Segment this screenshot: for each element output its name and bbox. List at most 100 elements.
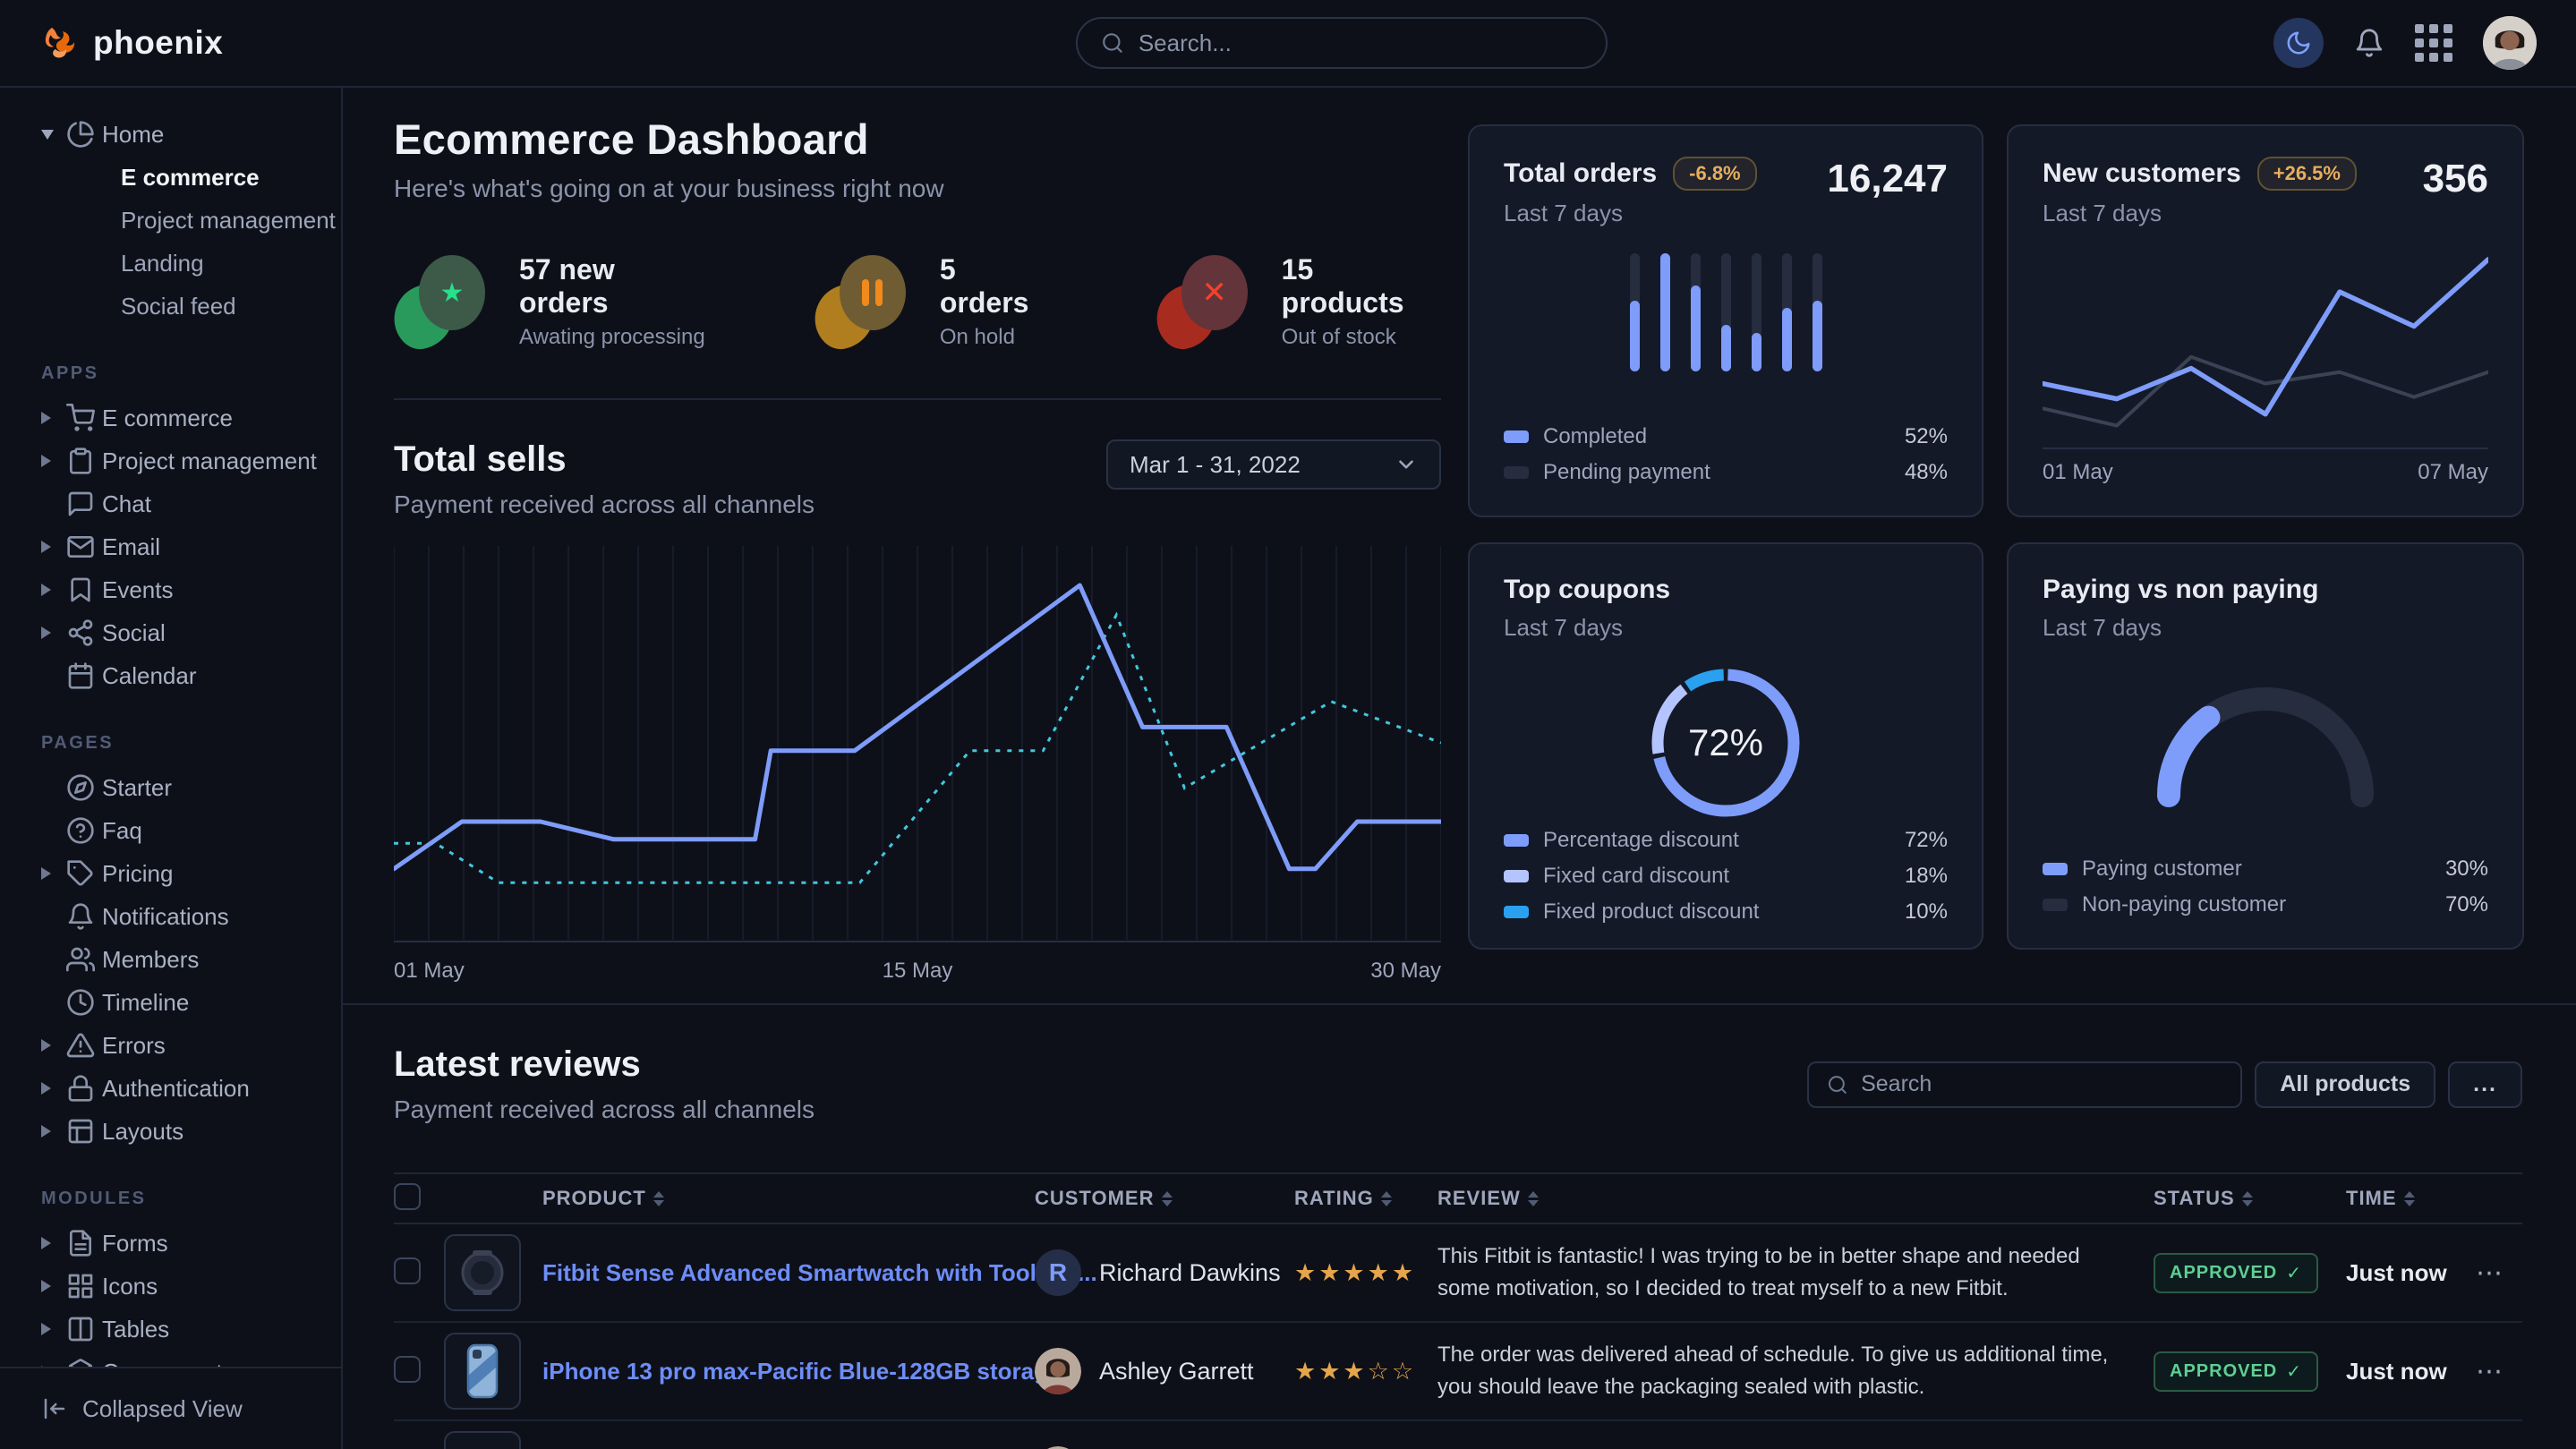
reviews-more-button[interactable]: ... [2448,1061,2522,1108]
pie-icon [66,120,95,149]
column-header-customer[interactable]: CUSTOMER [1035,1187,1294,1210]
total-orders-badge: -6.8% [1673,157,1756,191]
total-orders-title: Total orders [1504,158,1657,189]
global-search-input[interactable] [1139,30,1582,57]
sidebar-item-label: Authentication [102,1075,250,1103]
latest-reviews-section: Latest reviews Payment received across a… [343,1005,2576,1449]
legend-item-completed: Completed 52% [1504,424,1948,449]
column-header-product[interactable]: PRODUCT [542,1187,1035,1210]
column-header-time[interactable]: TIME [2346,1187,2476,1210]
row-menu-button[interactable]: ⋯ [2476,1258,2504,1288]
legend-value: 10% [1905,899,1948,925]
product-link[interactable]: iPhone 13 pro max-Pacific Blue-128GB sto… [542,1358,1088,1385]
caret-right-icon [41,455,51,467]
brand-logo[interactable]: phoenix [39,22,223,64]
legend-swatch [1504,466,1529,479]
sidebar-item-pricing[interactable]: Pricing [0,852,341,895]
paying-period: Last 7 days [2043,614,2488,642]
sidebar-item-timeline[interactable]: Timeline [0,981,341,1024]
sidebar-item-errors[interactable]: Errors [0,1024,341,1067]
sidebar-item-social[interactable]: Social [0,611,341,654]
tag-icon [66,859,95,888]
user-avatar[interactable] [2483,16,2537,70]
rating-stars: ★★★★★ [1294,1259,1416,1286]
sidebar-item-components[interactable]: Components [0,1351,341,1367]
column-header-rating[interactable]: RATING [1294,1187,1437,1210]
select-all-checkbox[interactable] [394,1183,421,1210]
sidebar-item-members[interactable]: Members [0,938,341,981]
collapse-view-button[interactable]: Collapsed View [0,1367,341,1449]
sidebar-item-label: Chat [102,490,151,518]
stat-15-products: ✕ 15 products Out of stock [1156,253,1441,350]
sidebar-item-email[interactable]: Email [0,525,341,568]
sidebar-subitem-social-feed[interactable]: Social feed [0,285,341,328]
reviews-table: PRODUCT CUSTOMER RATING REVIEW STATUS TI… [394,1172,2522,1449]
clipboard-icon [66,447,95,475]
phoenix-flame-icon [39,22,81,64]
apps-menu-button[interactable] [2415,24,2452,62]
stat-sublabel: On hold [940,325,1051,350]
paying-card: Paying vs non paying Last 7 days Paying … [2007,542,2524,950]
sidebar-item-faq[interactable]: Faq [0,809,341,852]
sidebar-item-project-management[interactable]: Project management [0,439,341,482]
sidebar-item-label: Faq [102,817,142,845]
caret-right-icon [41,1280,51,1292]
customer-cell: Ashley Garrett [1035,1348,1294,1394]
product-thumbnail[interactable] [444,1431,521,1449]
main-content: Ecommerce Dashboard Here's what's going … [343,88,2576,1449]
total-sells-x-axis: 01 May 15 May 30 May [394,959,1441,984]
sidebar-item-starter[interactable]: Starter [0,766,341,809]
legend-item-pending-payment: Pending payment 48% [1504,460,1948,485]
sidebar-subitem-e-commerce[interactable]: E commerce [0,156,341,199]
coupons-donut-center: 72% [1641,658,1811,828]
legend-value: 48% [1905,460,1948,485]
dark-mode-toggle[interactable] [2273,18,2324,68]
legend-value: 72% [1905,828,1948,853]
notifications-button[interactable] [2354,28,2384,58]
product-image-iphone [451,1340,514,1402]
sidebar-item-label: Home [102,121,164,149]
sidebar-item-authentication[interactable]: Authentication [0,1067,341,1110]
date-range-select[interactable]: Mar 1 - 31, 2022 [1106,439,1441,490]
legend-label: Paying customer [2082,857,2242,882]
global-search[interactable] [1076,17,1608,69]
sidebar-item-notifications[interactable]: Notifications [0,895,341,938]
sidebar-subitem-project-management[interactable]: Project management [0,199,341,242]
legend-value: 30% [2445,857,2488,882]
product-thumbnail[interactable] [444,1234,521,1311]
column-header-review[interactable]: REVIEW [1437,1187,2154,1210]
product-thumbnail[interactable] [444,1333,521,1410]
sidebar-item-calendar[interactable]: Calendar [0,654,341,697]
package-icon [66,1358,95,1367]
new-customers-card: New customers +26.5% Last 7 days 356 01 … [2007,124,2524,517]
sidebar-subitem-landing[interactable]: Landing [0,242,341,285]
caret-right-icon [41,541,51,553]
check-icon: ✓ [2286,1262,2302,1284]
sidebar-item-icons[interactable]: Icons [0,1265,341,1308]
sidebar-item-forms[interactable]: Forms [0,1222,341,1265]
sidebar-item-e-commerce[interactable]: E commerce [0,396,341,439]
all-products-button[interactable]: All products [2255,1061,2435,1108]
sidebar-item-events[interactable]: Events [0,568,341,611]
navbar-actions [2273,16,2537,70]
sidebar-item-home[interactable]: Home [0,113,341,156]
stat-value: 57 new orders [519,253,709,320]
reviews-search[interactable] [1807,1061,2242,1108]
column-header-status[interactable]: STATUS [2154,1187,2346,1210]
total-sells-subtitle: Payment received across all channels [394,490,815,519]
lock-icon [66,1074,95,1103]
legend-swatch [1504,906,1529,918]
row-checkbox[interactable] [394,1257,421,1284]
sidebar-item-layouts[interactable]: Layouts [0,1110,341,1153]
order-bar [1813,253,1822,371]
sidebar-item-chat[interactable]: Chat [0,482,341,525]
row-menu-button[interactable]: ⋯ [2476,1357,2504,1386]
sidebar-item-tables[interactable]: Tables [0,1308,341,1351]
new-customers-badge: +26.5% [2257,157,2357,191]
legend-label: Pending payment [1543,460,1710,485]
sidebar-item-label: Timeline [102,989,189,1017]
sidebar-section-pages: PAGES [41,733,341,754]
reviews-search-input[interactable] [1861,1071,2222,1097]
sort-icon [2242,1191,2253,1206]
row-checkbox[interactable] [394,1356,421,1383]
